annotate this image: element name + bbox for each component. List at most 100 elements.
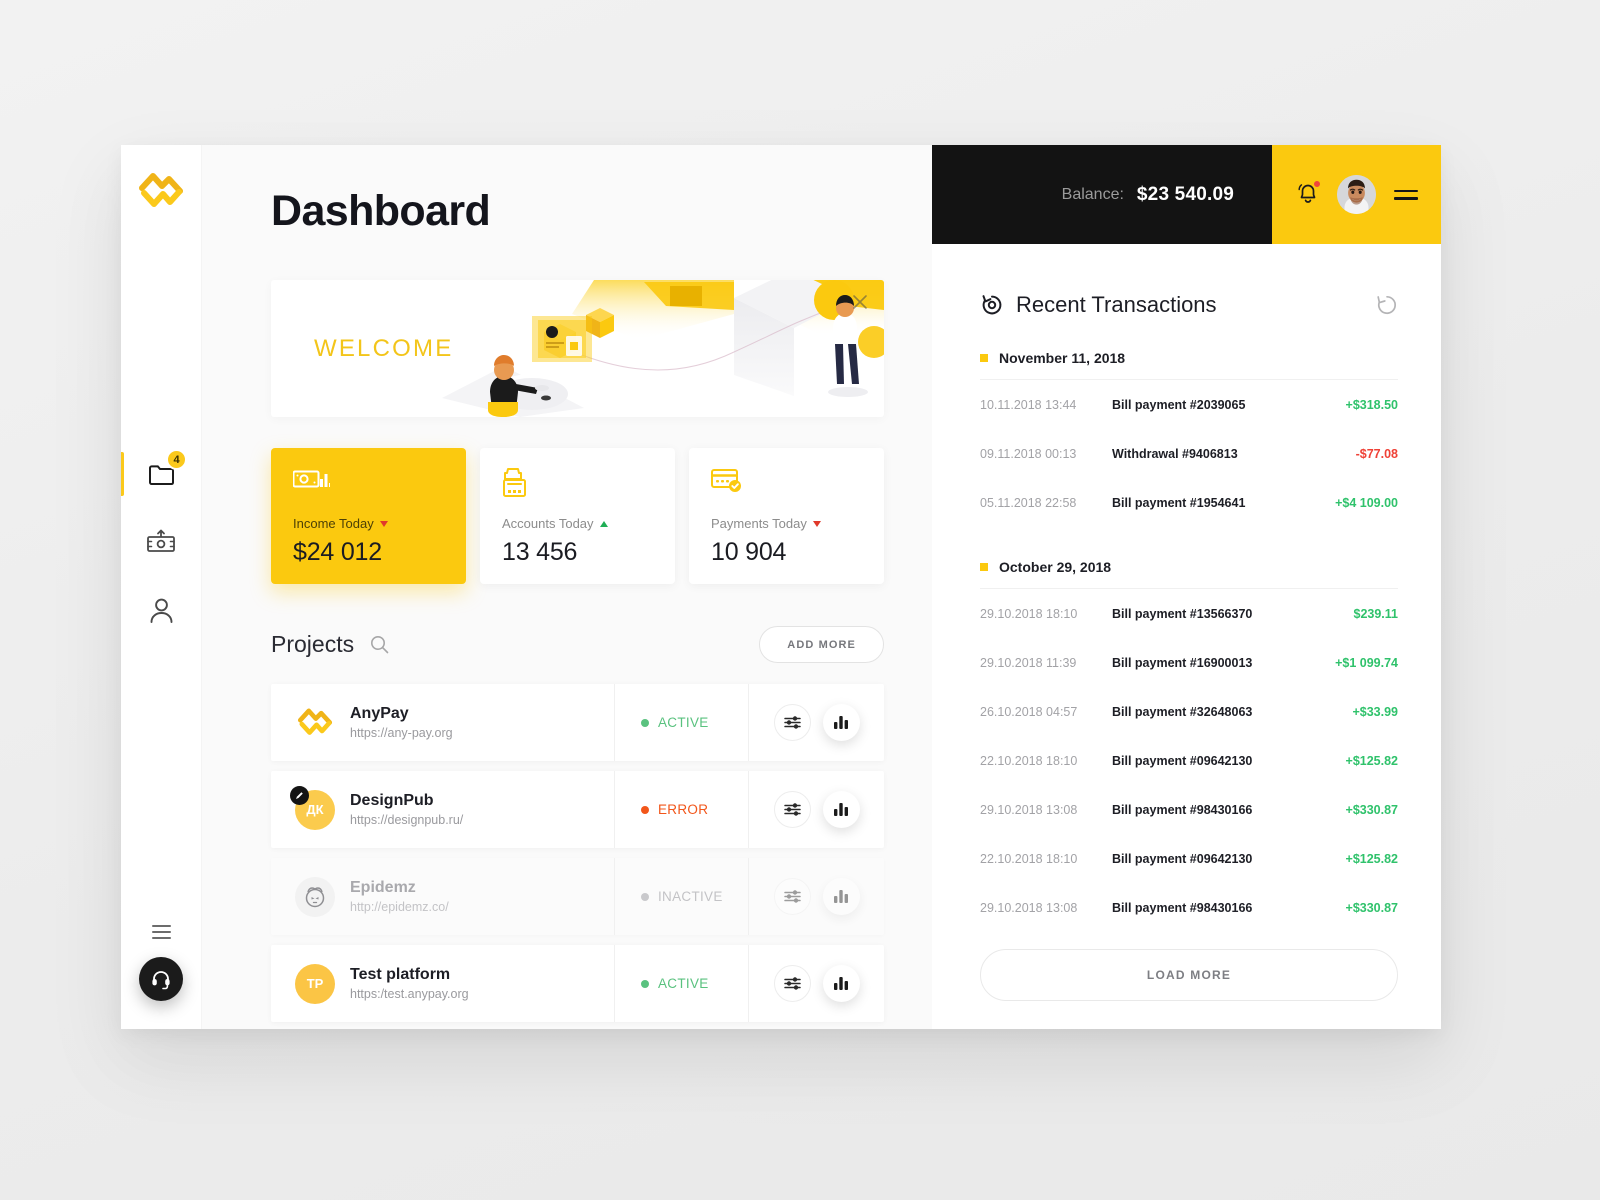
project-text: Epidemz http://epidemz.co/ bbox=[350, 877, 449, 916]
status-text: INACTIVE bbox=[658, 889, 723, 904]
project-actions bbox=[749, 858, 884, 935]
bar-chart-icon[interactable] bbox=[822, 791, 860, 828]
app-window: 4 Dashboard WELCOME Income Today $24 012… bbox=[121, 145, 1441, 1029]
transactions-header: Recent Transactions bbox=[932, 244, 1441, 318]
sidebar-item-profile[interactable] bbox=[121, 576, 201, 644]
cash-register-icon bbox=[502, 468, 653, 502]
avatar: TP bbox=[295, 963, 335, 1004]
hamburger-icon[interactable] bbox=[1393, 189, 1418, 200]
headset-icon[interactable] bbox=[139, 957, 183, 1001]
bar-chart-icon[interactable] bbox=[822, 878, 860, 915]
avatar-initials: ДК bbox=[306, 802, 324, 817]
stat-cards: Income Today $24 012 Accounts Today 13 4… bbox=[271, 448, 932, 584]
project-text: Test platform https:/test.anypay.org bbox=[350, 964, 469, 1003]
sliders-icon[interactable] bbox=[773, 704, 811, 741]
transaction-desc: Bill payment #98430166 bbox=[1112, 802, 1253, 817]
hamburger-icon[interactable] bbox=[151, 925, 171, 939]
transaction-amount: +$330.87 bbox=[1345, 802, 1398, 817]
project-url: https://any-pay.org bbox=[350, 725, 453, 740]
transaction-row[interactable]: 10.11.2018 13:44 Bill payment #2039065 +… bbox=[980, 380, 1398, 429]
sliders-icon[interactable] bbox=[773, 965, 811, 1002]
transaction-row[interactable]: 29.10.2018 11:39 Bill payment #16900013 … bbox=[980, 638, 1398, 687]
refresh-icon[interactable] bbox=[1376, 294, 1398, 316]
welcome-illustration bbox=[442, 280, 884, 417]
sidebar-bottom bbox=[121, 925, 201, 1001]
project-name: Test platform bbox=[350, 965, 451, 983]
stat-label-text: Income Today bbox=[293, 516, 374, 531]
close-icon[interactable] bbox=[850, 292, 870, 312]
transaction-desc: Bill payment #13566370 bbox=[1112, 606, 1253, 621]
transaction-row[interactable]: 29.10.2018 13:08 Bill payment #98430166 … bbox=[980, 883, 1398, 932]
transaction-time: 05.11.2018 22:58 bbox=[980, 495, 1077, 510]
transaction-group-header: November 11, 2018 bbox=[980, 318, 1398, 380]
transaction-row[interactable]: 29.10.2018 13:08 Bill payment #98430166 … bbox=[980, 785, 1398, 834]
project-row[interactable]: Epidemz http://epidemz.co/ INACTIVE bbox=[271, 858, 884, 935]
load-more-container: LOAD MORE bbox=[980, 949, 1398, 1001]
project-info: TP Test platform https:/test.anypay.org bbox=[271, 945, 614, 1022]
sidebar-item-projects[interactable]: 4 bbox=[121, 440, 201, 508]
project-row[interactable]: TP Test platform https:/test.anypay.org … bbox=[271, 945, 884, 1022]
transaction-time: 09.11.2018 00:13 bbox=[980, 446, 1077, 461]
transaction-row[interactable]: 05.11.2018 22:58 Bill payment #1954641 +… bbox=[980, 478, 1398, 527]
project-actions bbox=[749, 771, 884, 848]
transaction-time: 29.10.2018 11:39 bbox=[980, 655, 1077, 670]
avatar-initials: TP bbox=[306, 976, 324, 991]
project-url: http://epidemz.co/ bbox=[350, 899, 449, 914]
transaction-row[interactable]: 22.10.2018 18:10 Bill payment #09642130 … bbox=[980, 834, 1398, 883]
transaction-desc: Bill payment #98430166 bbox=[1112, 900, 1253, 915]
transaction-row[interactable]: 29.10.2018 18:10 Bill payment #13566370 … bbox=[980, 589, 1398, 638]
status-text: ERROR bbox=[658, 802, 709, 817]
transaction-row[interactable]: 09.11.2018 00:13 Withdrawal #9406813 -$7… bbox=[980, 429, 1398, 478]
transaction-time: 26.10.2018 04:57 bbox=[980, 704, 1078, 719]
avatar[interactable] bbox=[1336, 175, 1376, 214]
stat-card-payments[interactable]: Payments Today 10 904 bbox=[689, 448, 884, 584]
project-info: AnyPay https://any-pay.org bbox=[271, 684, 614, 761]
anypay-logo-icon[interactable] bbox=[137, 167, 185, 215]
stat-card-income[interactable]: Income Today $24 012 bbox=[271, 448, 466, 584]
projects-title: Projects bbox=[271, 631, 355, 657]
page-background: 4 Dashboard WELCOME Income Today $24 012… bbox=[0, 0, 1600, 1200]
transaction-amount: +$4 109.00 bbox=[1335, 495, 1398, 510]
search-icon[interactable] bbox=[370, 635, 389, 654]
add-more-button[interactable]: ADD MORE bbox=[759, 626, 884, 663]
main-area: Dashboard WELCOME Income Today $24 012 A… bbox=[202, 145, 1441, 1029]
project-text: AnyPay https://any-pay.org bbox=[350, 703, 453, 742]
project-url: https:/test.anypay.org bbox=[350, 986, 469, 1001]
load-more-button[interactable]: LOAD MORE bbox=[980, 949, 1398, 1001]
project-info: Epidemz http://epidemz.co/ bbox=[271, 858, 614, 935]
projects-header: Projects ADD MORE bbox=[271, 626, 884, 663]
transaction-row[interactable]: 22.10.2018 18:10 Bill payment #09642130 … bbox=[980, 736, 1398, 785]
sliders-icon[interactable] bbox=[773, 878, 811, 915]
project-row[interactable]: ДК DesignPub https://designpub.ru/ ERROR bbox=[271, 771, 884, 848]
transaction-amount: +$125.82 bbox=[1345, 851, 1398, 866]
project-name: DesignPub bbox=[350, 791, 434, 809]
sliders-icon[interactable] bbox=[773, 791, 811, 828]
transaction-amount: +$33.99 bbox=[1352, 704, 1398, 719]
project-row[interactable]: AnyPay https://any-pay.org ACTIVE bbox=[271, 684, 884, 761]
bar-chart-icon[interactable] bbox=[822, 704, 860, 741]
transaction-desc: Bill payment #32648063 bbox=[1112, 704, 1253, 719]
transactions-list[interactable]: November 11, 2018 10.11.2018 13:44 Bill … bbox=[932, 318, 1441, 1029]
status-badge: ERROR bbox=[614, 771, 749, 848]
left-sidebar: 4 bbox=[121, 145, 202, 1029]
transaction-time: 10.11.2018 13:44 bbox=[980, 397, 1077, 412]
group-date: November 11, 2018 bbox=[999, 350, 1126, 366]
transaction-desc: Bill payment #2039065 bbox=[1112, 397, 1246, 412]
stat-label-text: Accounts Today bbox=[502, 516, 594, 531]
projects-badge: 4 bbox=[166, 449, 187, 470]
sidebar-item-payments[interactable] bbox=[121, 508, 201, 576]
transaction-time: 22.10.2018 18:10 bbox=[980, 851, 1078, 866]
stat-card-accounts[interactable]: Accounts Today 13 456 bbox=[480, 448, 675, 584]
avatar bbox=[295, 876, 335, 917]
bar-chart-icon[interactable] bbox=[822, 965, 860, 1002]
transaction-desc: Bill payment #09642130 bbox=[1112, 753, 1253, 768]
dashboard-content: Dashboard WELCOME Income Today $24 012 A… bbox=[202, 145, 932, 1029]
bell-icon[interactable] bbox=[1297, 179, 1321, 209]
card-check-icon bbox=[711, 468, 862, 502]
avatar: ДК bbox=[290, 785, 335, 830]
group-date: October 29, 2018 bbox=[999, 559, 1112, 575]
project-text: DesignPub https://designpub.ru/ bbox=[350, 790, 463, 829]
trend-down-icon bbox=[812, 520, 821, 527]
transaction-row[interactable]: 26.10.2018 04:57 Bill payment #32648063 … bbox=[980, 687, 1398, 736]
balance-area: Balance: $23 540.09 bbox=[932, 145, 1272, 244]
